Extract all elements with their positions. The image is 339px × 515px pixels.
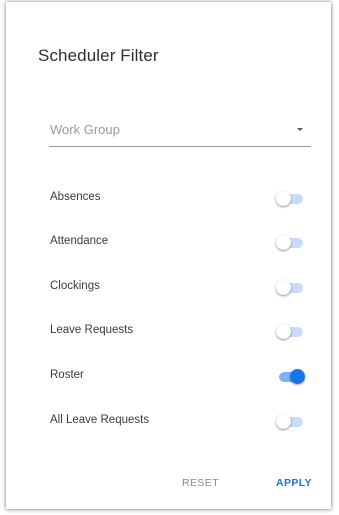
filter-label-all-leave-requests: All Leave Requests [50, 414, 150, 426]
toggle-thumb [276, 280, 291, 295]
filter-label-roster: Roster [50, 369, 84, 381]
filter-row-attendance: Attendance [49, 232, 304, 254]
toggle-thumb [276, 324, 291, 339]
leave-requests-toggle[interactable] [276, 322, 306, 342]
absences-toggle[interactable] [276, 189, 306, 209]
filter-label-attendance: Attendance [50, 235, 109, 247]
work-group-placeholder: Work Group [50, 122, 120, 137]
filter-label-clockings: Clockings [50, 280, 100, 292]
work-group-select[interactable]: Work Group [49, 116, 311, 147]
reset-button[interactable]: RESET [182, 477, 219, 489]
dialog-title: Scheduler Filter [38, 46, 159, 65]
filter-row-leave-requests: Leave Requests [49, 321, 304, 343]
filter-row-all-leave-requests: All Leave Requests [49, 411, 304, 433]
scheduler-filter-dialog: Scheduler Filter Work Group Absences Att… [6, 2, 331, 509]
filter-label-absences: Absences [50, 191, 101, 203]
filter-row-clockings: Clockings [49, 277, 304, 299]
toggle-thumb [290, 369, 305, 384]
filter-row-roster: Roster [49, 366, 306, 388]
clockings-toggle[interactable] [276, 278, 306, 298]
toggle-thumb [276, 235, 291, 250]
toggle-thumb [276, 414, 291, 429]
all-leave-requests-toggle[interactable] [276, 412, 306, 432]
filter-label-leave-requests: Leave Requests [50, 324, 134, 336]
attendance-toggle[interactable] [276, 233, 306, 253]
apply-button[interactable]: APPLY [276, 477, 312, 489]
filter-row-absences: Absences [49, 188, 304, 210]
toggle-thumb [276, 191, 291, 206]
chevron-down-icon [297, 128, 303, 131]
roster-toggle[interactable] [276, 367, 306, 387]
